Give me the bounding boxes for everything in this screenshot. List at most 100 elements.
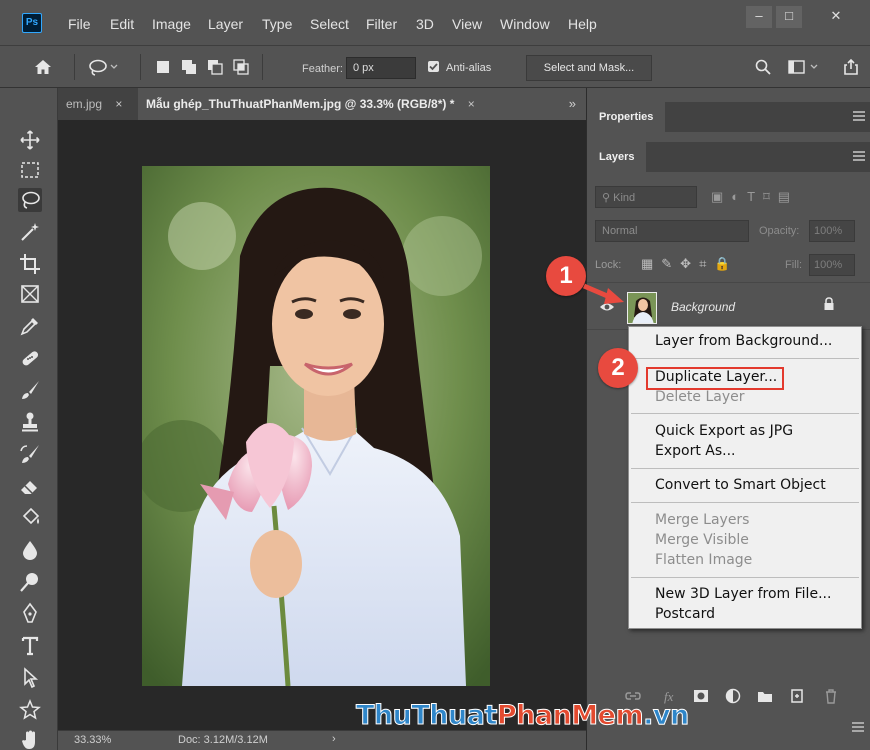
- brush-tool-icon[interactable]: [18, 378, 42, 402]
- eyedropper-tool-icon[interactable]: [18, 314, 42, 338]
- marquee-tool-icon[interactable]: [18, 158, 42, 182]
- status-menu-icon[interactable]: ›: [332, 733, 336, 745]
- divider: [140, 54, 141, 80]
- feather-label: Feather:: [302, 63, 343, 75]
- menu-image[interactable]: Image: [152, 16, 191, 32]
- document-tab-bar: em.jpg × Mẫu ghép_ThuThuatPhanMem.jpg @ …: [58, 88, 598, 120]
- delete-layer-icon[interactable]: [823, 688, 839, 704]
- path-selection-tool-icon[interactable]: [18, 666, 42, 690]
- menu-view[interactable]: View: [452, 16, 482, 32]
- menu-item-export-as[interactable]: Export As...: [655, 443, 736, 459]
- menu-divider: [631, 358, 859, 359]
- menu-item-convert-smart-object[interactable]: Convert to Smart Object: [655, 477, 826, 493]
- menu-divider: [631, 413, 859, 414]
- close-tab-icon[interactable]: ×: [115, 97, 122, 111]
- search-icon[interactable]: [754, 58, 772, 76]
- panel-menu-icon[interactable]: [852, 722, 864, 732]
- add-mask-icon[interactable]: [693, 688, 709, 704]
- menu-bar: Ps File Edit Image Layer Type Select Fil…: [0, 0, 870, 46]
- layer-context-menu: Layer from Background... Duplicate Layer…: [628, 326, 862, 629]
- menu-item-new-3d-layer[interactable]: New 3D Layer from File...: [655, 586, 831, 602]
- menu-filter[interactable]: Filter: [366, 16, 397, 32]
- zoom-level[interactable]: 33.33%: [74, 734, 111, 746]
- menu-edit[interactable]: Edit: [110, 16, 134, 32]
- layer-name[interactable]: Background: [671, 300, 735, 314]
- opacity-input[interactable]: 100%: [809, 220, 855, 242]
- blur-tool-icon[interactable]: [18, 538, 42, 562]
- paint-bucket-tool-icon[interactable]: [18, 506, 42, 530]
- menu-item-flatten-image: Flatten Image: [655, 552, 753, 568]
- close-tab-icon[interactable]: ×: [468, 97, 475, 111]
- new-group-icon[interactable]: [757, 688, 773, 704]
- watermark-logo: ThuThuatPhanMem.vn: [356, 700, 690, 732]
- adjustment-layer-icon[interactable]: [725, 688, 741, 704]
- magic-wand-tool-icon[interactable]: [18, 220, 42, 244]
- menu-type[interactable]: Type: [262, 16, 292, 32]
- home-icon[interactable]: [34, 58, 52, 76]
- dodge-tool-icon[interactable]: [18, 570, 42, 594]
- lasso-options-icon[interactable]: [88, 58, 120, 76]
- menu-divider: [631, 468, 859, 469]
- new-layer-icon[interactable]: [789, 688, 805, 704]
- healing-brush-tool-icon[interactable]: [18, 346, 42, 370]
- menu-item-layer-from-background[interactable]: Layer from Background...: [655, 333, 832, 349]
- lasso-tool-icon: [22, 191, 40, 209]
- share-icon[interactable]: [842, 58, 860, 76]
- maximize-button[interactable]: □: [776, 6, 802, 28]
- lasso-tool-active[interactable]: [18, 188, 42, 212]
- intersect-selection-icon[interactable]: [232, 58, 250, 76]
- pen-tool-icon[interactable]: [18, 602, 42, 626]
- portrait-image: [142, 166, 490, 686]
- frame-tool-icon[interactable]: [18, 282, 42, 306]
- anti-alias-checkbox[interactable]: [428, 61, 439, 72]
- lock-label: Lock:: [595, 259, 622, 271]
- blend-mode-select[interactable]: Normal: [595, 220, 749, 242]
- divider: [74, 54, 75, 80]
- tab-mau-ghep[interactable]: Mẫu ghép_ThuThuatPhanMem.jpg @ 33.3% (RG…: [138, 88, 598, 120]
- layer-filter-icons[interactable]: ▣◐T⌑▤: [711, 189, 798, 205]
- menu-file[interactable]: File: [68, 16, 91, 32]
- new-selection-icon[interactable]: [154, 58, 172, 76]
- tab-em-jpg[interactable]: em.jpg ×: [58, 88, 138, 120]
- menu-item-duplicate-layer[interactable]: Duplicate Layer...: [655, 369, 777, 385]
- panel-menu-icon[interactable]: [853, 111, 865, 121]
- tab-label: Mẫu ghép_ThuThuatPhanMem.jpg @ 33.3% (RG…: [146, 97, 455, 111]
- menu-item-delete-layer: Delete Layer: [655, 389, 745, 405]
- clone-stamp-tool-icon[interactable]: [18, 410, 42, 434]
- layer-row-background[interactable]: Background: [587, 282, 870, 330]
- eraser-tool-icon[interactable]: [18, 474, 42, 498]
- hand-tool-icon[interactable]: [18, 728, 42, 750]
- document-photo: [142, 166, 490, 686]
- close-window-button[interactable]: ✕: [806, 6, 866, 28]
- panel-menu-icon[interactable]: [853, 151, 865, 161]
- add-to-selection-icon[interactable]: [180, 58, 198, 76]
- crop-tool-icon[interactable]: [18, 252, 42, 276]
- lock-options-icons[interactable]: ▦✎✥⌗🔒: [641, 256, 739, 272]
- type-tool-icon[interactable]: [18, 634, 42, 658]
- tab-overflow-icon[interactable]: »: [569, 88, 576, 120]
- tab-properties[interactable]: Properties: [587, 102, 666, 132]
- status-bar: 33.33% Doc: 3.12M/3.12M ›: [58, 730, 586, 750]
- tab-layers[interactable]: Layers: [587, 142, 647, 172]
- move-tool-icon[interactable]: [18, 128, 42, 152]
- menu-layer[interactable]: Layer: [208, 16, 243, 32]
- menu-item-postcard[interactable]: Postcard: [655, 606, 715, 622]
- fill-input[interactable]: 100%: [809, 254, 855, 276]
- menu-3d[interactable]: 3D: [416, 16, 434, 32]
- shape-tool-icon[interactable]: [18, 698, 42, 722]
- options-bar: Feather: 0 px Anti-alias Select and Mask…: [0, 46, 870, 88]
- menu-item-quick-export-jpg[interactable]: Quick Export as JPG: [655, 423, 793, 439]
- menu-help[interactable]: Help: [568, 16, 597, 32]
- layer-kind-filter[interactable]: ⚲ Kind: [595, 186, 697, 208]
- minimize-button[interactable]: –: [746, 6, 772, 28]
- select-and-mask-button[interactable]: Select and Mask...: [526, 55, 652, 81]
- subtract-from-selection-icon[interactable]: [206, 58, 224, 76]
- document-canvas[interactable]: [58, 120, 586, 730]
- step-1-badge: 1: [546, 256, 586, 296]
- workspace-switcher-icon[interactable]: [788, 58, 822, 76]
- feather-input[interactable]: 0 px: [346, 57, 416, 79]
- history-brush-tool-icon[interactable]: [18, 442, 42, 466]
- menu-window[interactable]: Window: [500, 16, 550, 32]
- anti-alias-label: Anti-alias: [446, 62, 492, 74]
- menu-select[interactable]: Select: [310, 16, 349, 32]
